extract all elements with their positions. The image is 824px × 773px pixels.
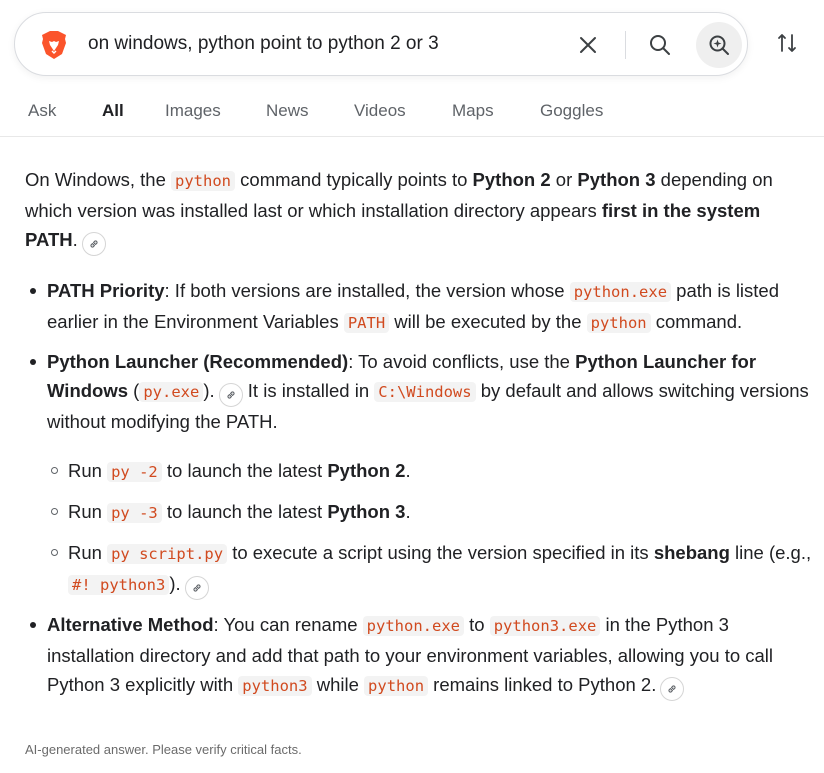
inline-code: python.exe — [569, 282, 672, 302]
brave-lion-logo[interactable] — [40, 30, 68, 60]
link-icon[interactable] — [218, 383, 243, 407]
launcher-sublist: Run py -2 to launch the latest Python 2.… — [47, 456, 815, 600]
tab-goggles[interactable]: Goggles — [540, 101, 603, 121]
search-bar[interactable]: on windows, python point to python 2 or … — [14, 12, 748, 76]
ai-answer: On Windows, the python command typically… — [25, 165, 815, 710]
tab-news[interactable]: News — [266, 101, 309, 121]
answer-intro: On Windows, the python command typically… — [25, 165, 815, 256]
list-item-path-priority: PATH Priority: If both versions are inst… — [25, 276, 815, 338]
inline-code: PATH — [343, 313, 390, 333]
answer-list: PATH Priority: If both versions are inst… — [25, 276, 815, 701]
inline-code: C:\Windows — [374, 382, 476, 402]
ai-sparkle-search-icon[interactable] — [696, 22, 742, 68]
ai-disclaimer: AI-generated answer. Please verify criti… — [25, 742, 302, 757]
search-icon[interactable] — [643, 28, 677, 62]
sub-list-item: Run py script.py to execute a script usi… — [47, 538, 815, 600]
inline-code: py -2 — [107, 462, 162, 482]
sort-filter-icon[interactable] — [772, 28, 802, 58]
inline-code: python — [171, 171, 236, 191]
tab-images[interactable]: Images — [165, 101, 221, 121]
inline-code: python3.exe — [489, 616, 601, 636]
inline-code: python3 — [238, 676, 312, 696]
inline-code: python — [586, 313, 651, 333]
tab-all[interactable]: All — [102, 101, 124, 121]
tab-videos[interactable]: Videos — [354, 101, 406, 121]
sub-list-item: Run py -3 to launch the latest Python 3. — [47, 497, 815, 528]
tab-ask[interactable]: Ask — [28, 101, 56, 121]
search-tabs: Ask All Images News Videos Maps Goggles — [0, 90, 824, 137]
tab-maps[interactable]: Maps — [452, 101, 494, 121]
inline-code: #! python3 — [68, 575, 170, 595]
inline-code: python.exe — [362, 616, 464, 636]
link-icon[interactable] — [660, 677, 685, 701]
inline-code: py -3 — [107, 503, 162, 523]
list-item-alternative: Alternative Method: You can rename pytho… — [25, 610, 815, 701]
search-divider — [625, 31, 626, 59]
inline-code: python — [364, 676, 429, 696]
inline-code: py.exe — [139, 382, 204, 402]
link-icon[interactable] — [81, 232, 106, 256]
inline-code: py script.py — [107, 544, 228, 564]
list-item-launcher: Python Launcher (Recommended): To avoid … — [25, 347, 815, 600]
sub-list-item: Run py -2 to launch the latest Python 2. — [47, 456, 815, 487]
link-icon[interactable] — [184, 576, 209, 600]
search-input[interactable]: on windows, python point to python 2 or … — [88, 33, 439, 55]
close-icon[interactable] — [573, 30, 603, 60]
